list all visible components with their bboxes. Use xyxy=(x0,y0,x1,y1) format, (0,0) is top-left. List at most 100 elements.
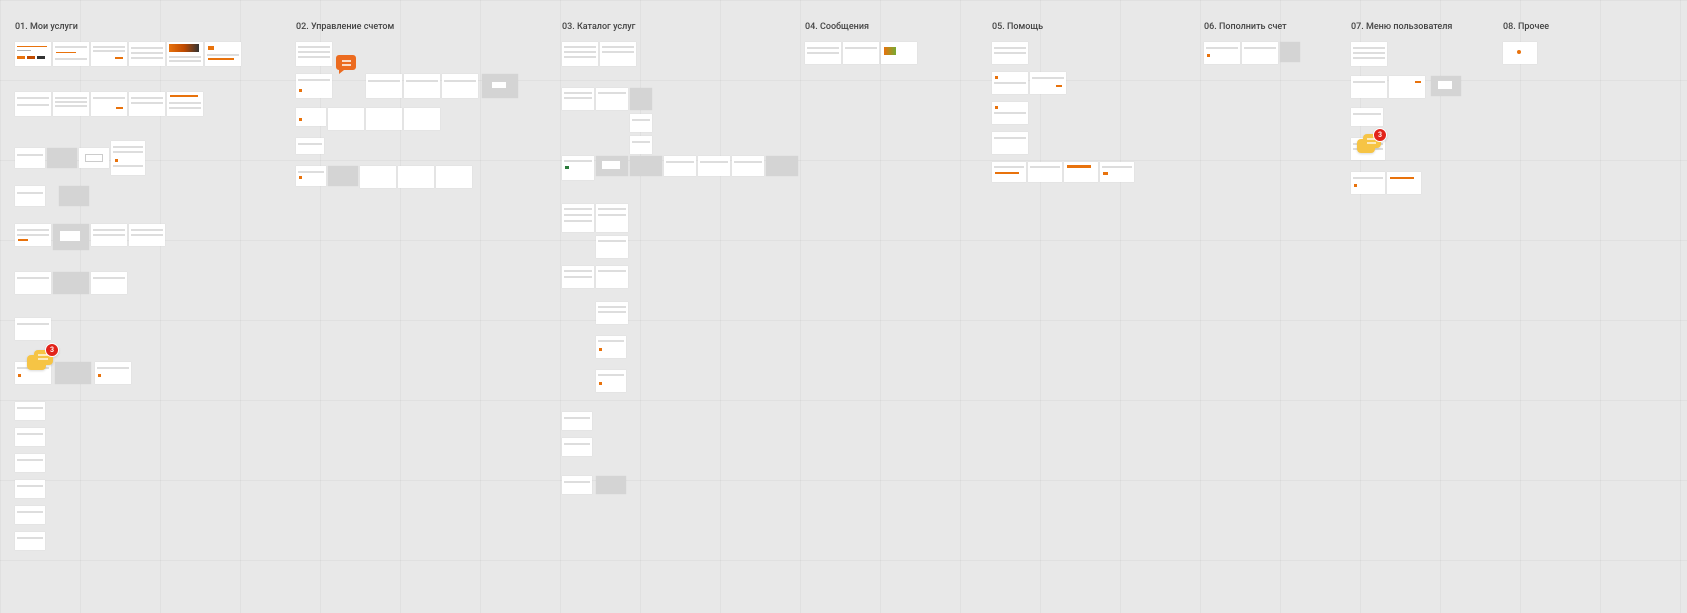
artboard[interactable] xyxy=(992,132,1028,154)
artboard[interactable] xyxy=(1030,72,1066,94)
artboard[interactable] xyxy=(328,108,364,130)
artboard[interactable] xyxy=(562,266,594,288)
artboard[interactable] xyxy=(15,186,45,206)
artboard[interactable] xyxy=(630,136,652,154)
artboard[interactable] xyxy=(53,92,89,116)
artboard[interactable] xyxy=(15,148,45,168)
artboard[interactable] xyxy=(596,336,626,358)
artboard[interactable] xyxy=(992,162,1026,182)
artboard[interactable] xyxy=(805,42,841,64)
comment-icon[interactable] xyxy=(336,55,354,71)
artboard[interactable] xyxy=(664,156,696,176)
artboard[interactable] xyxy=(562,156,594,180)
artboard[interactable] xyxy=(630,114,652,132)
artboard[interactable] xyxy=(129,42,165,66)
artboard[interactable] xyxy=(596,88,628,110)
artboard[interactable] xyxy=(15,318,51,340)
artboard[interactable] xyxy=(630,88,652,110)
artboard[interactable] xyxy=(1351,76,1387,98)
artboard[interactable] xyxy=(167,42,203,66)
artboard[interactable] xyxy=(53,42,89,66)
artboard[interactable] xyxy=(562,412,592,430)
artboard[interactable] xyxy=(15,532,45,550)
artboard[interactable] xyxy=(562,438,592,456)
artboard[interactable] xyxy=(600,42,636,66)
artboard[interactable] xyxy=(482,74,518,98)
artboard[interactable] xyxy=(328,166,358,186)
artboard[interactable] xyxy=(1351,172,1385,194)
artboard[interactable] xyxy=(562,204,594,232)
artboard[interactable] xyxy=(55,362,91,384)
figma-canvas[interactable]: 01. Мои услуги xyxy=(0,0,1687,613)
comment-thread-icon[interactable]: 3 xyxy=(27,347,57,379)
artboard[interactable] xyxy=(15,92,51,116)
artboard[interactable] xyxy=(398,166,434,188)
artboard[interactable] xyxy=(15,428,45,446)
artboard[interactable] xyxy=(15,42,51,66)
artboard[interactable] xyxy=(296,74,332,98)
artboard[interactable] xyxy=(596,266,628,288)
artboard[interactable] xyxy=(596,302,628,324)
artboard[interactable] xyxy=(596,204,628,232)
artboard[interactable] xyxy=(91,42,127,66)
comment-thread-icon[interactable]: 3 xyxy=(1357,132,1385,162)
artboard[interactable] xyxy=(1389,76,1425,98)
artboard[interactable] xyxy=(296,166,326,186)
artboard[interactable] xyxy=(732,156,764,176)
artboard[interactable] xyxy=(843,42,879,64)
artboard[interactable] xyxy=(596,476,626,494)
artboard[interactable] xyxy=(91,92,127,116)
artboard[interactable] xyxy=(129,92,165,116)
artboard[interactable] xyxy=(15,480,45,498)
artboard[interactable] xyxy=(205,42,241,66)
artboard[interactable] xyxy=(1242,42,1278,64)
artboard[interactable] xyxy=(1431,76,1461,96)
artboard[interactable] xyxy=(1351,108,1383,126)
artboard[interactable] xyxy=(296,108,326,126)
artboard[interactable] xyxy=(1100,162,1134,182)
artboard[interactable] xyxy=(596,156,628,176)
artboard[interactable] xyxy=(366,74,402,98)
artboard[interactable] xyxy=(366,108,402,130)
artboard[interactable] xyxy=(129,224,165,246)
artboard[interactable] xyxy=(1280,42,1300,62)
artboard[interactable] xyxy=(79,148,109,168)
artboard[interactable] xyxy=(59,186,89,206)
artboard[interactable] xyxy=(766,156,798,176)
artboard[interactable] xyxy=(15,224,51,246)
artboard[interactable] xyxy=(436,166,472,188)
artboard[interactable] xyxy=(1351,42,1387,66)
artboard[interactable] xyxy=(53,272,89,294)
artboard[interactable] xyxy=(562,88,594,110)
artboard[interactable] xyxy=(630,156,662,176)
artboard[interactable] xyxy=(992,72,1028,94)
artboard[interactable] xyxy=(91,272,127,294)
artboard[interactable] xyxy=(881,42,917,64)
artboard[interactable] xyxy=(53,224,89,250)
artboard[interactable] xyxy=(992,102,1028,124)
artboard[interactable] xyxy=(15,272,51,294)
artboard[interactable] xyxy=(1204,42,1240,64)
artboard[interactable] xyxy=(167,92,203,116)
artboard[interactable] xyxy=(95,362,131,384)
artboard[interactable] xyxy=(15,506,45,524)
artboard[interactable] xyxy=(15,402,45,420)
artboard[interactable] xyxy=(15,454,45,472)
artboard[interactable] xyxy=(91,224,127,246)
artboard[interactable] xyxy=(404,108,440,130)
artboard[interactable] xyxy=(1028,162,1062,182)
artboard[interactable] xyxy=(562,42,598,66)
artboard[interactable] xyxy=(562,476,592,494)
artboard[interactable] xyxy=(596,370,626,392)
artboard[interactable] xyxy=(1387,172,1421,194)
artboard[interactable] xyxy=(404,74,440,98)
artboard[interactable] xyxy=(1503,42,1537,64)
artboard[interactable] xyxy=(360,166,396,188)
artboard[interactable] xyxy=(698,156,730,176)
artboard[interactable] xyxy=(296,138,324,154)
artboard[interactable] xyxy=(992,42,1028,64)
artboard[interactable] xyxy=(442,74,478,98)
artboard[interactable] xyxy=(596,236,628,258)
artboard[interactable] xyxy=(47,148,77,168)
artboard[interactable] xyxy=(1064,162,1098,182)
